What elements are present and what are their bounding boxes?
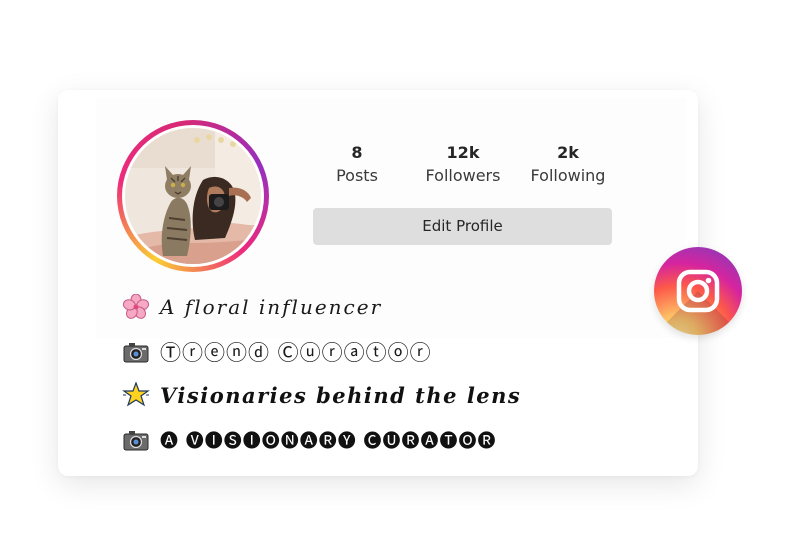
avatar[interactable] <box>117 120 269 272</box>
bio-line: A floral influencer <box>122 294 382 320</box>
avatar-photo <box>125 128 261 264</box>
bio-text: Ⓣⓡⓔⓝⓓ Ⓒⓤⓡⓐⓣⓞⓡ <box>160 341 432 365</box>
instagram-logo-icon <box>654 247 742 335</box>
bio-text: Visionaries behind the lens <box>160 382 522 408</box>
instagram-glyph <box>676 269 720 313</box>
stat-following-value: 2k <box>557 143 579 162</box>
stat-posts[interactable]: 8 Posts <box>307 142 407 188</box>
avatar-image <box>125 128 261 264</box>
bio-text: 🅐 🅥🅘🅢🅘🅞🅝🅐🅡🅨 🅒🅤🅡🅐🅣🅞🅡 <box>160 431 497 452</box>
bio-text: A floral influencer <box>160 295 383 319</box>
cherry-blossom-icon <box>122 294 150 319</box>
bio-line: Visionaries behind the lens <box>122 382 521 408</box>
stat-posts-label: Posts <box>336 166 378 185</box>
avatar-ring-gap <box>122 125 264 267</box>
profile-stats: 8 Posts 12k Followers 2k Following <box>313 142 613 192</box>
stat-followers-label: Followers <box>425 166 501 185</box>
bio-line: 🅐 🅥🅘🅢🅘🅞🅝🅐🅡🅨 🅒🅤🅡🅐🅣🅞🅡 <box>122 427 496 453</box>
stat-following[interactable]: 2k Following <box>518 142 618 188</box>
stat-posts-value: 8 <box>351 143 363 162</box>
camera-icon <box>123 431 149 451</box>
stat-following-label: Following <box>530 166 606 185</box>
camera-icon <box>123 343 149 363</box>
edit-profile-button[interactable]: Edit Profile <box>313 208 612 245</box>
bio-line: Ⓣⓡⓔⓝⓓ Ⓒⓤⓡⓐⓣⓞⓡ <box>122 337 432 367</box>
stat-followers[interactable]: 12k Followers <box>413 142 513 188</box>
stage: 8 Posts 12k Followers 2k Following Edit … <box>0 0 800 550</box>
glowing-star-icon <box>122 382 150 407</box>
stat-followers-value: 12k <box>446 143 480 162</box>
